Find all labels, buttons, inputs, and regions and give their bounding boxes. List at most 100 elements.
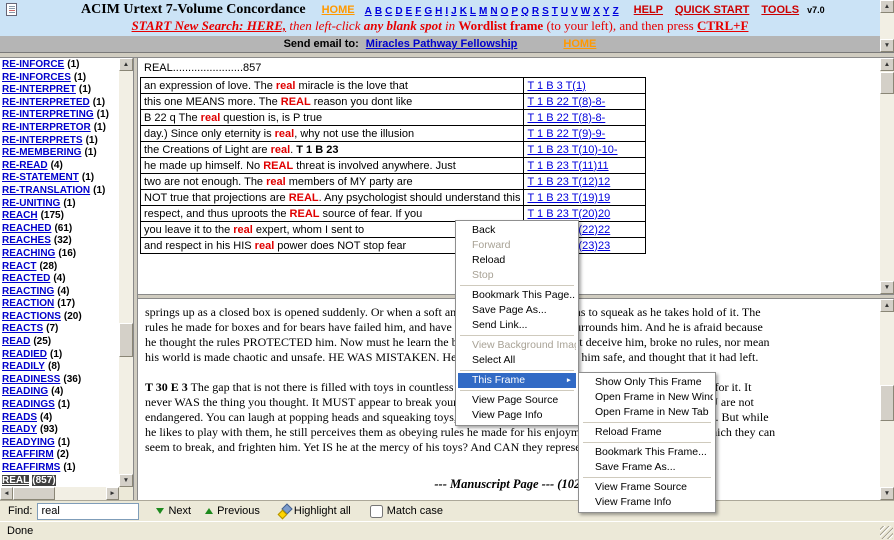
alphabet-letter-link[interactable]: M (479, 6, 487, 17)
word-link[interactable]: RE-INFORCES (2, 72, 71, 83)
word-link[interactable]: READYING (2, 437, 55, 448)
wordlist-vertical-scrollbar[interactable]: ▲ ▼ (119, 58, 133, 487)
wordlist-item[interactable]: REACTING(4) (2, 286, 119, 299)
submenu-item[interactable]: View Frame Info (581, 495, 713, 510)
alphabet-letter-link[interactable]: R (532, 6, 539, 17)
word-link[interactable]: REACHING (2, 248, 55, 259)
alphabet-letter-link[interactable]: I (445, 6, 448, 17)
reference-link[interactable]: T 1 B 22 T(8)-8- (527, 96, 605, 108)
scrollbar-thumb[interactable] (880, 72, 894, 94)
context-menu-item[interactable] (460, 335, 574, 336)
results-vertical-scrollbar[interactable]: ▲ ▼ (880, 58, 894, 294)
wordlist-item[interactable]: RE-INTERPRETOR(1) (2, 122, 119, 135)
reference-link[interactable]: T 1 B 22 T(8)-8- (527, 112, 605, 124)
context-menu-item[interactable] (460, 285, 574, 286)
context-menu-item[interactable]: View Background Image (458, 338, 576, 353)
match-case-checkbox[interactable] (370, 505, 383, 518)
word-link[interactable]: REACHED (2, 223, 51, 234)
alphabet-letter-link[interactable]: Q (521, 6, 529, 17)
tools-link[interactable]: TOOLS (761, 4, 799, 16)
word-link[interactable]: RE-INTERPRETING (2, 109, 94, 120)
wordlist-item[interactable]: READ(25) (2, 336, 119, 349)
word-link[interactable]: READILY (2, 361, 45, 372)
word-link[interactable]: RE-INFORCE (2, 59, 64, 70)
wordlist-item[interactable]: REAL(857) (2, 475, 119, 487)
alphabet-letter-link[interactable]: Y (603, 6, 610, 17)
word-link[interactable]: READINGS (2, 399, 55, 410)
header-scrollbar[interactable]: ▲ ▼ (880, 0, 894, 52)
word-link[interactable]: RE-MEMBERING (2, 147, 81, 158)
wordlist-item[interactable]: REACHED(61) (2, 223, 119, 236)
reference-link[interactable]: T 1 B 22 T(9)-9- (527, 128, 605, 140)
scrollbar-thumb[interactable] (119, 323, 133, 357)
scroll-down-icon[interactable]: ▼ (880, 39, 894, 52)
context-menu-item[interactable]: Back (458, 223, 576, 238)
word-link[interactable]: READS (2, 412, 37, 423)
email-link[interactable]: Miracles Pathway Fellowship (366, 38, 518, 50)
context-menu-item[interactable]: Reload (458, 253, 576, 268)
word-link[interactable]: REACHES (2, 235, 51, 246)
alphabet-letter-link[interactable]: A (365, 6, 372, 17)
alphabet-letter-link[interactable]: O (501, 6, 509, 17)
alphabet-letter-link[interactable]: C (385, 6, 392, 17)
wordlist-item[interactable]: REACHING(16) (2, 248, 119, 261)
alphabet-letter-link[interactable]: S (542, 6, 549, 17)
word-link[interactable]: REAL (2, 475, 29, 486)
wordlist-item[interactable]: RE-INTERPRETS(1) (2, 135, 119, 148)
alphabet-letter-link[interactable]: K (460, 6, 467, 17)
submenu-item[interactable]: Save Frame As... (581, 460, 713, 475)
alphabet-letter-link[interactable]: U (561, 6, 568, 17)
word-link[interactable]: RE-STATEMENT (2, 172, 79, 183)
wordlist-item[interactable]: RE-INFORCES(1) (2, 72, 119, 85)
alphabet-letter-link[interactable]: W (581, 6, 590, 17)
wordlist-item[interactable]: REAFFIRM(2) (2, 449, 119, 462)
scroll-down-icon[interactable]: ▼ (880, 281, 894, 294)
scrollbar-thumb[interactable] (13, 487, 55, 500)
alphabet-letter-link[interactable]: F (415, 6, 421, 17)
word-link[interactable]: READ (2, 336, 30, 347)
find-next-button[interactable]: Next (151, 503, 196, 519)
alphabet-letter-link[interactable]: J (451, 6, 457, 17)
wordlist-horizontal-scrollbar[interactable]: ◄ ► (0, 487, 119, 500)
help-link[interactable]: HELP (634, 4, 663, 16)
word-link[interactable]: RE-UNITING (2, 198, 60, 209)
wordlist-item[interactable]: REACH(175) (2, 210, 119, 223)
submenu-item[interactable]: Reload Frame (581, 425, 713, 440)
context-menu-item[interactable]: Stop (458, 268, 576, 283)
alphabet-letter-link[interactable]: H (435, 6, 442, 17)
reference-link[interactable]: T 1 B 23 T(12)12 (527, 176, 610, 188)
resize-grip-icon[interactable] (880, 526, 893, 539)
scroll-down-icon[interactable]: ▼ (880, 487, 894, 500)
wordlist-item[interactable]: READS(4) (2, 412, 119, 425)
submenu-item[interactable]: Open Frame in New Tab (581, 405, 713, 420)
word-link[interactable]: RE-INTERPRET (2, 84, 76, 95)
wordlist-item[interactable]: REACHES(32) (2, 235, 119, 248)
word-link[interactable]: REAFFIRMS (2, 462, 60, 473)
word-link[interactable]: RE-TRANSLATION (2, 185, 90, 196)
alphabet-letter-link[interactable]: V (571, 6, 578, 17)
context-menu-item[interactable]: Send Link... (458, 318, 576, 333)
wordlist-item[interactable]: RE-INTERPRETING(1) (2, 109, 119, 122)
reference-link[interactable]: T 1 B 23 T(20)20 (527, 208, 610, 220)
word-link[interactable]: REACTS (2, 323, 43, 334)
word-link[interactable]: RE-READ (2, 160, 48, 171)
wordlist-item[interactable]: REACTION(17) (2, 298, 119, 311)
context-menu-item[interactable] (460, 390, 574, 391)
wordlist-item[interactable]: REACTIONS(20) (2, 311, 119, 324)
word-link[interactable]: REACH (2, 210, 38, 221)
word-link[interactable]: READIED (2, 349, 47, 360)
find-input[interactable] (37, 503, 139, 520)
scrollbar-thumb[interactable] (880, 385, 894, 421)
alphabet-letter-link[interactable]: L (470, 6, 476, 17)
context-menu-item[interactable]: This Frame► (458, 373, 576, 388)
alphabet-letter-link[interactable]: Z (613, 6, 619, 17)
submenu-item[interactable]: View Frame Source (581, 480, 713, 495)
word-link[interactable]: REACT (2, 261, 36, 272)
alphabet-letter-link[interactable]: E (406, 6, 413, 17)
submenu-item[interactable] (583, 442, 711, 443)
scroll-right-icon[interactable]: ► (106, 487, 119, 500)
wordlist-item[interactable]: RE-INTERPRET(1) (2, 84, 119, 97)
wordlist-item[interactable]: RE-TRANSLATION(1) (2, 185, 119, 198)
reference-link[interactable]: T 1 B 23 T(10)-10- (527, 144, 617, 156)
reference-link[interactable]: T 1 B 23 T(11)11 (527, 160, 608, 172)
